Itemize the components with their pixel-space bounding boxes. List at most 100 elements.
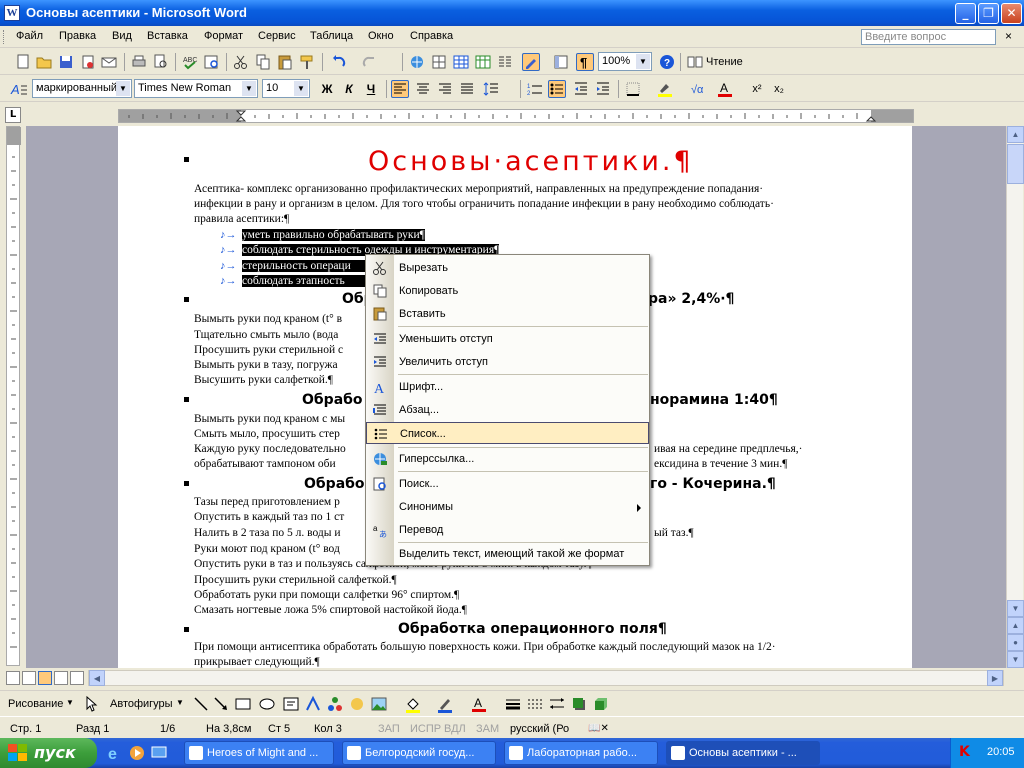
autoshapes-arrow-icon[interactable]: ▼ <box>176 698 184 707</box>
fill-color-icon[interactable] <box>404 695 422 713</box>
textbox-tool-icon[interactable] <box>282 695 300 713</box>
ctx-cut[interactable]: Вырезать <box>366 257 649 279</box>
email-icon[interactable] <box>100 53 118 71</box>
bold-button[interactable]: Ж <box>318 80 336 98</box>
antivirus-tray-icon[interactable]: K <box>959 744 970 760</box>
web-view-icon[interactable] <box>22 671 36 685</box>
scroll-up-icon[interactable]: ▲ <box>1007 126 1024 143</box>
font-dropdown-icon[interactable]: ▼ <box>242 81 256 96</box>
menu-insert[interactable]: Вставка <box>147 30 188 42</box>
internet-explorer-icon[interactable]: e <box>106 744 124 762</box>
ctx-list[interactable]: Список... <box>366 422 649 444</box>
numbering-icon[interactable]: 12 <box>526 80 544 98</box>
ctx-search[interactable]: Поиск... <box>366 473 649 495</box>
reading-layout-icon[interactable] <box>686 53 704 71</box>
clipart-icon[interactable] <box>348 695 366 713</box>
borders-icon[interactable] <box>624 80 642 98</box>
rectangle-tool-icon[interactable] <box>234 695 252 713</box>
menu-window[interactable]: Окно <box>368 30 394 42</box>
normal-view-icon[interactable] <box>6 671 20 685</box>
ctx-synonyms[interactable]: Синонимы <box>366 496 649 518</box>
ctx-font[interactable]: A Шрифт... <box>366 376 649 398</box>
task-heroes[interactable]: Heroes of Might and ... <box>184 741 334 765</box>
print-layout-view-icon[interactable] <box>38 671 52 685</box>
styles-formatting-icon[interactable]: A <box>10 80 28 98</box>
print-icon[interactable] <box>130 53 148 71</box>
task-asepsis[interactable]: Основы асептики - ... <box>666 741 820 765</box>
drawing-font-color-icon[interactable]: A <box>470 695 488 713</box>
align-right-icon[interactable] <box>436 80 454 98</box>
font-size-select[interactable]: 10 ▼ <box>262 79 310 98</box>
reading-button-label[interactable]: Чтение <box>706 56 743 68</box>
spelling-status-icon[interactable]: 📖✕ <box>588 723 609 734</box>
status-extend[interactable]: ВДЛ <box>444 723 466 735</box>
research-icon[interactable] <box>203 53 221 71</box>
scroll-thumb[interactable] <box>1007 144 1024 184</box>
task-lab[interactable]: Лабораторная рабо... <box>504 741 658 765</box>
ctx-increase-indent[interactable]: Увеличить отступ <box>366 351 649 373</box>
ctx-decrease-indent[interactable]: Уменьшить отступ <box>366 328 649 350</box>
columns-icon[interactable] <box>496 53 514 71</box>
ctx-hyperlink[interactable]: Гиперссылка... <box>366 448 649 470</box>
horizontal-ruler[interactable] <box>118 109 914 123</box>
decrease-indent-icon[interactable] <box>572 80 590 98</box>
scroll-right-icon[interactable]: ▶ <box>987 670 1003 686</box>
minimize-button[interactable]: _ <box>955 3 976 24</box>
ctx-select-similar[interactable]: Выделить текст, имеющий такой же формат <box>366 543 649 565</box>
tables-borders-icon[interactable] <box>430 53 448 71</box>
dash-style-icon[interactable] <box>526 695 544 713</box>
drawing-menu-button[interactable]: Рисование <box>8 698 63 710</box>
status-overtype[interactable]: ЗАМ <box>476 723 499 735</box>
font-color-icon[interactable]: A <box>716 80 734 98</box>
autoshapes-button[interactable]: Автофигуры <box>110 698 173 710</box>
status-track-changes[interactable]: ИСПР <box>410 723 441 735</box>
menu-edit[interactable]: Правка <box>59 30 96 42</box>
subscript-icon[interactable]: x₂ <box>770 80 788 98</box>
status-language[interactable]: русский (Ро <box>510 723 569 735</box>
picture-icon[interactable] <box>370 695 388 713</box>
menubar-grip[interactable] <box>3 30 6 44</box>
line-spacing-icon[interactable] <box>482 80 500 98</box>
media-player-icon[interactable] <box>128 744 146 762</box>
tab-stop-selector[interactable]: L <box>5 107 21 123</box>
menu-format[interactable]: Формат <box>204 30 243 42</box>
ctx-paste[interactable]: Вставить <box>366 303 649 325</box>
spelling-icon[interactable]: ABC <box>181 53 199 71</box>
font-size-dropdown-icon[interactable]: ▼ <box>294 81 308 96</box>
task-belgorod[interactable]: Белгородский госуд... <box>342 741 496 765</box>
zoom-dropdown-icon[interactable]: ▼ <box>636 54 650 69</box>
new-document-icon[interactable] <box>14 53 32 71</box>
ctx-translate[interactable]: aあ Перевод <box>366 519 649 541</box>
reading-view-icon[interactable] <box>70 671 84 685</box>
scroll-left-icon[interactable]: ◀ <box>89 670 105 686</box>
shadow-style-icon[interactable] <box>570 695 588 713</box>
show-desktop-icon[interactable] <box>150 744 168 762</box>
style-dropdown-icon[interactable]: ▼ <box>116 81 130 96</box>
permission-icon[interactable] <box>79 53 97 71</box>
menu-view[interactable]: Вид <box>112 30 132 42</box>
redo-icon[interactable] <box>360 53 378 71</box>
select-objects-icon[interactable] <box>82 695 100 713</box>
highlight-icon[interactable] <box>656 80 674 98</box>
oval-tool-icon[interactable] <box>258 695 276 713</box>
menu-help[interactable]: Справка <box>410 30 453 42</box>
underline-button[interactable]: Ч <box>362 80 380 98</box>
copy-icon[interactable] <box>254 53 272 71</box>
drawing-menu-arrow-icon[interactable]: ▼ <box>66 698 74 707</box>
horizontal-scrollbar[interactable]: ◀ ▶ <box>88 670 1004 686</box>
insert-table-icon[interactable] <box>452 53 470 71</box>
open-folder-icon[interactable] <box>35 53 53 71</box>
insert-excel-icon[interactable] <box>474 53 492 71</box>
document-close-icon[interactable]: × <box>1005 29 1012 43</box>
menu-file[interactable]: Файл <box>16 30 43 42</box>
drawing-toggle-icon[interactable] <box>522 53 540 71</box>
previous-page-icon[interactable]: ▲ <box>1007 617 1024 634</box>
ask-question-input[interactable]: Введите вопрос <box>861 29 996 45</box>
start-button[interactable]: пуск <box>0 738 97 768</box>
menu-tools[interactable]: Сервис <box>258 30 296 42</box>
word-app-icon[interactable]: W <box>4 5 20 21</box>
format-painter-icon[interactable] <box>298 53 316 71</box>
arrow-style-icon[interactable] <box>548 695 566 713</box>
maximize-button[interactable]: ❐ <box>978 3 999 24</box>
equation-icon[interactable]: √α <box>690 80 708 98</box>
